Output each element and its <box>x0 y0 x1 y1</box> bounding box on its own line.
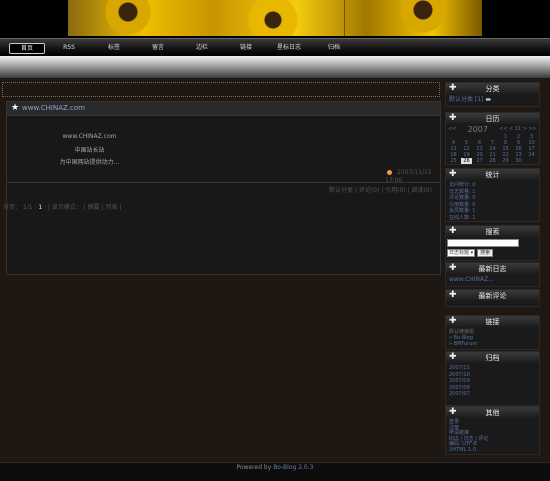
archive-box: ✚ 归档 2007/11 2007/10 2007/09 2007/08 2007… <box>445 351 540 406</box>
nav-tags[interactable]: 标签 <box>100 43 128 52</box>
recent-comments-box: ✚ 最新评论 <box>445 289 540 307</box>
archive-item[interactable]: 2007/07 <box>449 391 536 398</box>
post-meta-links[interactable]: 默认分类 | 评论(0) | 引用(0) | 阅读(0) <box>329 185 432 194</box>
calendar-week: 25 26 27 28 29 30 <box>448 158 537 164</box>
stats-title: 统计 <box>485 171 500 179</box>
calendar-day[interactable]: 25 <box>448 158 459 164</box>
post-header: ★ www.CHINAZ.com <box>7 102 440 116</box>
stats-item: 在线人数: 1 <box>449 214 476 221</box>
post-footer: 默认分类 | 评论(0) | 引用(0) | 阅读(0) <box>7 182 440 194</box>
search-title: 搜索 <box>485 228 500 236</box>
link-item[interactable]: BMForum <box>454 341 478 347</box>
other-item[interactable]: XHTML 1.0 <box>449 447 536 454</box>
nav-guestbook[interactable]: 留言 <box>144 43 172 52</box>
recent-post-item[interactable]: www.CHINAZ... <box>449 276 494 283</box>
category-box: ✚ 分类 默认分类 [1] ▬ <box>445 82 540 107</box>
nav-starred[interactable]: 星标日志 <box>270 43 308 52</box>
recent-comments-title: 最新评论 <box>478 292 507 300</box>
pager-pages: 1/1 <box>22 204 33 211</box>
calendar-day[interactable]: 30 <box>513 158 524 164</box>
nav-sidebar[interactable]: 边栏 <box>188 43 216 52</box>
footer-prefix: Powered by <box>236 464 274 471</box>
nav-rss[interactable]: RSS <box>56 43 82 52</box>
top-nav: 首页 RSS 标签 留言 边栏 链接 星标日志 归档 <box>0 38 550 56</box>
post-date: 2007/11/15 <box>397 169 432 176</box>
star-icon[interactable]: ★ <box>11 103 19 113</box>
links-title: 链接 <box>485 318 500 326</box>
post-line-3: 为中国网站提供动力... <box>59 159 120 166</box>
category-item[interactable]: 默认分类 [1] <box>449 96 483 103</box>
sunflower-banner-image <box>68 0 482 36</box>
pager-modes[interactable]: 摘要 | 列表 <box>88 204 118 211</box>
calendar-grid: 1 2 3 4 5 6 7 8 9 10 11 12 13 14 15 16 17 18 19 20 21 22 23 24 2… <box>448 134 537 164</box>
archive-title: 归档 <box>485 354 500 362</box>
calendar-title: 日历 <box>485 115 500 123</box>
search-type-select[interactable]: 日志标题 ▾ <box>447 249 476 257</box>
nav-links[interactable]: 链接 <box>232 43 260 52</box>
weather-icon <box>387 170 392 175</box>
calendar-box: ✚ 日历 << 2007 << < 11 > >> 1 2 3 4 5 6 7 8 9 10 11 12… <box>445 112 540 165</box>
category-title: 分类 <box>485 85 500 93</box>
stats-box: ✚ 统计 访问统计: 0 日志数量: 1 评论数量: 0 引用数量: 0 会员数量… <box>445 168 540 222</box>
calendar-day[interactable]: 26 <box>461 158 472 164</box>
calendar-day[interactable]: 29 <box>500 158 511 164</box>
pager-label: 分页： <box>3 204 22 211</box>
footer-link[interactable]: Bo-Blog 2.0.3 <box>273 464 313 471</box>
pager-current[interactable]: 1 <box>38 204 42 211</box>
search-type-value: 日志标题 <box>449 250 470 256</box>
breadcrumb <box>2 82 440 97</box>
recent-posts-box: ✚ 最新日志 www.CHINAZ... <box>445 262 540 287</box>
pager-mode-label: 显示模式： <box>51 204 82 211</box>
rss-mini-icon[interactable]: ▬ <box>485 96 491 103</box>
calendar-nav[interactable]: << < 11 > >> <box>499 126 537 133</box>
nav-home[interactable]: 首页 <box>9 43 45 54</box>
post-title[interactable]: www.CHINAZ.com <box>22 104 85 112</box>
nav-archive[interactable]: 归档 <box>320 43 348 52</box>
calendar-year: 2007 <box>467 125 488 134</box>
blog-post: ★ www.CHINAZ.com www.CHINAZ.com 中国站长站 为中… <box>6 101 441 275</box>
calendar-day[interactable]: 28 <box>487 158 498 164</box>
calendar-prev[interactable]: << <box>448 126 456 133</box>
search-input[interactable] <box>447 239 519 247</box>
footer: Powered by Bo-Blog 2.0.3 <box>0 462 550 481</box>
search-button[interactable]: 搜索 <box>477 249 494 257</box>
pagination: 分页： 1/1 · 1 · | 显示模式： | 摘要 | 列表 | <box>3 204 122 211</box>
other-box: ✚ 其他 登录 注册 申请链接 RSS | 日志 | 评论 编码: UTF-8 X… <box>445 406 540 455</box>
search-box: ✚ 搜索 日志标题 ▾ 搜索 <box>445 225 540 261</box>
main-content: ★ www.CHINAZ.com www.CHINAZ.com 中国站长站 为中… <box>0 80 442 462</box>
post-line-1: www.CHINAZ.com <box>62 133 117 140</box>
banner-divider <box>344 0 345 36</box>
other-title: 其他 <box>485 409 500 417</box>
calendar-day[interactable]: 27 <box>474 158 485 164</box>
calendar-day <box>526 158 537 164</box>
header-banner <box>0 0 550 38</box>
subnav-gradient-bar <box>0 56 550 78</box>
post-line-2: 中国站长站 <box>74 147 105 154</box>
links-box: ✚ 链接 默认链接组 » Bo-Blog » BMForum <box>445 315 540 350</box>
recent-posts-title: 最新日志 <box>478 265 507 273</box>
